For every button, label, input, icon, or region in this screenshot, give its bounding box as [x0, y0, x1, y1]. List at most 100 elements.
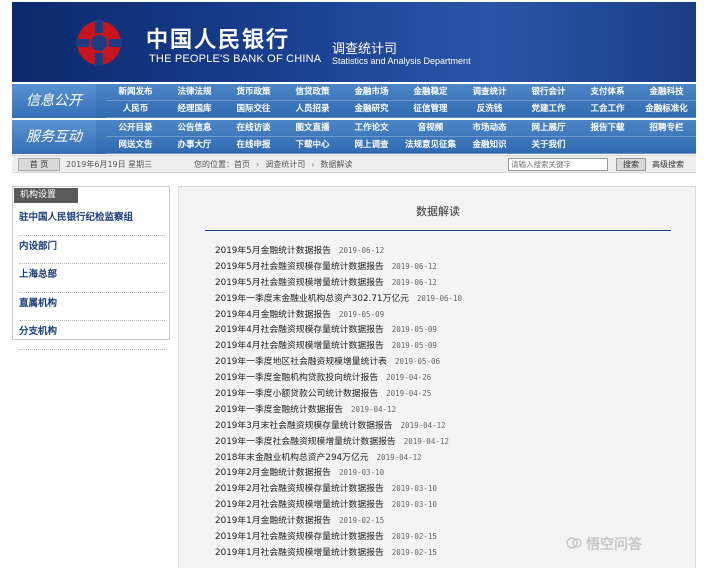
nav-link-row1_items-11[interactable]: 经理国库 — [165, 101, 224, 118]
article-date: 2019-05-09 — [391, 341, 437, 351]
nav-service-interaction: 服务互动 公开目录 公告信息 在线访谈 图文直播 工作论文 音视频 市场动态 网上展厅 报告下载… — [12, 120, 696, 154]
nav-link-row1_items-2[interactable]: 货币政策 — [224, 84, 283, 101]
list-item: 2019年一季度末金融业机构总资产302.71万亿元 2019-06-10 — [215, 291, 685, 307]
nav-link-row2_items-1[interactable]: 公告信息 — [165, 120, 224, 137]
nav-link-row2_items-3[interactable]: 图文直播 — [283, 120, 342, 137]
list-item: 2019年4月金融统计数据报告 2019-05-09 — [215, 307, 685, 323]
breadcrumb-item-home[interactable]: 首页 — [234, 160, 250, 169]
list-item: 2019年1月金融统计数据报告 2019-02-15 — [215, 513, 685, 529]
article-title-link[interactable]: 2019年1月金融统计数据报告 — [215, 516, 331, 526]
nav-link-row2_items-10[interactable]: 网送文告 — [106, 137, 165, 154]
list-item: 2019年3月末社会融资规模存量统计数据报告 2019-04-12 — [215, 418, 685, 434]
article-title-link[interactable]: 2019年5月社会融资规模存量统计数据报告 — [215, 262, 384, 272]
article-title-link[interactable]: 2019年5月社会融资规模增量统计数据报告 — [215, 278, 384, 288]
breadcrumb-separator-icon: › — [256, 160, 260, 169]
article-title-link[interactable]: 2019年5月金融统计数据报告 — [215, 246, 331, 256]
bank-name-cn: 中国人民银行 — [146, 27, 291, 53]
article-title-link[interactable]: 2019年一季度社会融资规模增量统计数据报告 — [215, 437, 396, 447]
nav-link-row1_items-18[interactable]: 工会工作 — [578, 101, 637, 118]
home-button[interactable]: 首 页 — [18, 158, 60, 171]
nav-link-row2_items-15[interactable]: 法规意见征集 — [401, 137, 460, 154]
nav-link-row2_items-16[interactable]: 金融知识 — [460, 137, 519, 154]
nav-link-row1_items-15[interactable]: 征信管理 — [401, 101, 460, 118]
nav-link-row2_items-9[interactable]: 招聘专栏 — [637, 120, 696, 137]
sidebar-item[interactable]: 内设部门 — [19, 236, 165, 264]
sidebar-item[interactable]: 直属机构 — [19, 293, 165, 321]
nav-link-row2_items-5[interactable]: 音视频 — [401, 120, 460, 137]
article-date: 2019-04-12 — [376, 452, 422, 462]
breadcrumb-item-department[interactable]: 调查统计司 — [265, 160, 305, 169]
nav-link-row1_items-7[interactable]: 银行会计 — [519, 84, 578, 101]
article-title-link[interactable]: 2019年一季度地区社会融资规模增量统计表 — [215, 357, 387, 367]
nav-link-row1_items-19[interactable]: 金融标准化 — [637, 101, 696, 118]
nav-link-row1_items-3[interactable]: 信贷政策 — [283, 84, 342, 101]
breadcrumb: 您的位置：首页 › 调查统计司 › 数据解读 — [194, 159, 352, 170]
nav-link-row2_items-6[interactable]: 市场动态 — [460, 120, 519, 137]
nav-link-row2_items-7[interactable]: 网上展厅 — [519, 120, 578, 137]
article-date: 2019-06-12 — [391, 277, 437, 287]
article-date: 2019-04-25 — [386, 389, 432, 399]
bank-name-en: THE PEOPLE'S BANK OF CHINA — [149, 53, 322, 65]
nav-link-row1_items-10[interactable]: 人民币 — [106, 101, 165, 118]
article-title-link[interactable]: 2019年2月社会融资规模增量统计数据报告 — [215, 500, 384, 510]
pboc-logo-icon[interactable] — [74, 18, 124, 66]
nav-link-row1_items-16[interactable]: 反洗钱 — [460, 101, 519, 118]
nav-link-row2_items-13[interactable]: 下载中心 — [283, 137, 342, 154]
article-title-link[interactable]: 2019年4月社会融资规模增量统计数据报告 — [215, 341, 384, 351]
nav-link-row1_items-17[interactable]: 党建工作 — [519, 101, 578, 118]
nav-link-row1_items-5[interactable]: 金融稳定 — [401, 84, 460, 101]
nav-link-row2_items-14[interactable]: 网上调查 — [342, 137, 401, 154]
article-title-link[interactable]: 2018年末金融业机构总资产294万亿元 — [215, 453, 369, 463]
article-date: 2019-04-12 — [403, 436, 449, 446]
nav-link-row2_items-2[interactable]: 在线访谈 — [224, 120, 283, 137]
article-date: 2019-04-12 — [400, 420, 446, 430]
nav-link-row1_items-0[interactable]: 新闻发布 — [106, 84, 165, 101]
nav-link-row1_items-9[interactable]: 金融科技 — [637, 84, 696, 101]
nav-link-row1_items-13[interactable]: 人员招录 — [283, 101, 342, 118]
article-date: 2019-02-15 — [391, 532, 437, 542]
list-item: 2019年5月社会融资规模存量统计数据报告 2019-06-12 — [215, 259, 685, 275]
list-item: 2019年5月金融统计数据报告 2019-06-12 — [215, 243, 685, 259]
nav-link-row1_items-8[interactable]: 支付体系 — [578, 84, 637, 101]
article-title-link[interactable]: 2019年4月金融统计数据报告 — [215, 310, 331, 320]
nav-link-row1_items-14[interactable]: 金融研究 — [342, 101, 401, 118]
article-title-link[interactable]: 2019年一季度小额贷款公司统计数据报告 — [215, 389, 378, 399]
search-input[interactable] — [508, 158, 608, 171]
article-title-link[interactable]: 2019年2月金融统计数据报告 — [215, 468, 331, 478]
breadcrumb-separator-icon: › — [311, 160, 315, 169]
list-item: 2019年4月社会融资规模增量统计数据报告 2019-05-09 — [215, 338, 685, 354]
article-title-link[interactable]: 2019年一季度金融机构贷款投向统计报告 — [215, 373, 378, 383]
article-title-link[interactable]: 2019年1月社会融资规模存量统计数据报告 — [215, 532, 384, 542]
article-date: 2019-04-12 — [350, 404, 397, 414]
article-title-link[interactable]: 2019年1月社会融资规模增量统计数据报告 — [215, 548, 384, 558]
nav-link-row2_items-0[interactable]: 公开目录 — [106, 120, 165, 137]
sidebar-item[interactable]: 驻中国人民银行纪检监察组 — [19, 207, 165, 236]
nav-link-row1_items-12[interactable]: 国际交往 — [224, 101, 283, 118]
nav-link-row2_items-11[interactable]: 办事大厅 — [165, 137, 224, 154]
advanced-search-link[interactable]: 高级搜索 — [652, 159, 684, 170]
article-title-link[interactable]: 2019年一季度末金融业机构总资产302.71万亿元 — [215, 294, 409, 304]
nav-link-row2_items-12[interactable]: 在线申报 — [224, 137, 283, 154]
article-title-link[interactable]: 2019年一季度金融统计数据报告 — [215, 405, 343, 415]
sidebar-item[interactable]: 上海总部 — [19, 264, 165, 293]
title-divider — [205, 230, 671, 231]
nav-link-row2_items-17[interactable]: 关于我们 — [519, 137, 578, 154]
nav-link-row2_items-8[interactable]: 报告下载 — [578, 120, 637, 137]
wukong-logo-icon — [566, 537, 582, 549]
article-title-link[interactable]: 2019年2月社会融资规模存量统计数据报告 — [215, 484, 384, 494]
sidebar-item[interactable]: 分支机构 — [19, 321, 165, 350]
nav-link-row2_items-4[interactable]: 工作论文 — [342, 120, 401, 137]
sidebar-list: 驻中国人民银行纪检监察组 内设部门 上海总部 直属机构 分支机构 — [19, 207, 165, 350]
nav-link-row1_items-4[interactable]: 金融市场 — [342, 84, 401, 101]
article-date: 2019-06-12 — [391, 261, 437, 271]
nav-info-disclosure: 信息公开 新闻发布 法律法规 货币政策 信贷政策 金融市场 金融稳定 调查统计 银行会计 支付体… — [12, 84, 696, 118]
sidebar: 机构设置 驻中国人民银行纪检监察组 内设部门 上海总部 直属机构 分支机构 — [12, 186, 170, 350]
article-title-link[interactable]: 2019年4月社会融资规模存量统计数据报告 — [215, 325, 384, 335]
article-date: 2019-03-10 — [338, 468, 385, 478]
nav-link-row1_items-6[interactable]: 调查统计 — [460, 84, 519, 101]
nav-link-row1_items-1[interactable]: 法律法规 — [165, 84, 224, 101]
list-item: 2019年5月社会融资规模增量统计数据报告 2019-06-12 — [215, 275, 685, 291]
list-item: 2019年一季度社会融资规模增量统计数据报告 2019-04-12 — [215, 434, 685, 450]
search-button[interactable]: 搜索 — [616, 158, 646, 171]
article-title-link[interactable]: 2019年3月末社会融资规模存量统计数据报告 — [215, 421, 393, 431]
